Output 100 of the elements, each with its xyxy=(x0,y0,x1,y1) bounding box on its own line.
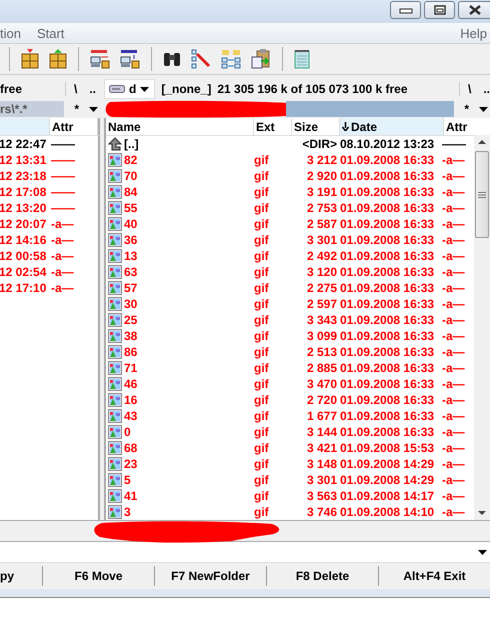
maximize-button[interactable] xyxy=(424,1,455,19)
date-cell-text: 01.09.2008 16:33 xyxy=(340,185,436,199)
box-icon[interactable] xyxy=(49,49,67,69)
size-cell-text: 1 677 xyxy=(306,409,338,423)
file-name[interactable]: 16 xyxy=(124,393,254,407)
close-icon xyxy=(468,5,480,15)
attr-cell-text: -a— xyxy=(442,505,466,519)
caret-icon[interactable] xyxy=(89,106,98,112)
size-cell-text: 3 301 xyxy=(306,233,338,247)
date-cell-text: 01.09.2008 16:33 xyxy=(340,393,436,407)
caret-icon[interactable] xyxy=(479,106,488,112)
nav-button[interactable]: .. xyxy=(89,82,96,96)
box-icon[interactable] xyxy=(21,49,39,69)
image-file-icon xyxy=(108,169,122,183)
filter-button[interactable]: * xyxy=(74,102,79,116)
image-file-icon xyxy=(108,361,122,375)
image-file-icon xyxy=(108,153,122,167)
date-cell-text: 01.09.2008 16:33 xyxy=(340,217,436,231)
date-cell-text: 01.09.2008 15:53 xyxy=(340,441,436,455)
close-button[interactable] xyxy=(458,1,490,19)
attr-cell: —— xyxy=(51,153,75,167)
image-file-icon xyxy=(108,457,122,471)
ext-cell: gif xyxy=(254,233,269,247)
file-name[interactable]: 30 xyxy=(124,297,254,311)
file-name[interactable]: [..] xyxy=(124,137,254,151)
ext-cell: gif xyxy=(254,169,269,183)
file-name[interactable]: 13 xyxy=(124,249,254,263)
file-name[interactable]: 55 xyxy=(124,201,254,215)
date-cell-text: 12 14:16 xyxy=(0,233,48,247)
folders-icon[interactable] xyxy=(221,49,241,69)
date-cell-text: 01.09.2008 14:29 xyxy=(340,473,436,487)
file-name[interactable]: 71 xyxy=(124,361,254,375)
notepad-icon[interactable] xyxy=(294,49,310,69)
image-file-icon xyxy=(108,409,122,423)
size-cell-text: 3 099 xyxy=(306,329,338,343)
file-name[interactable]: 36 xyxy=(124,233,254,247)
column-header[interactable]: Date xyxy=(340,118,444,135)
file-name[interactable]: 43 xyxy=(124,409,254,423)
network-icon[interactable] xyxy=(120,49,140,69)
file-name[interactable]: 0 xyxy=(124,425,254,439)
up-arrow-icon xyxy=(108,137,122,151)
file-name[interactable]: 57 xyxy=(124,281,254,295)
binoculars-icon[interactable] xyxy=(163,51,181,67)
file-name[interactable]: 84 xyxy=(124,185,254,199)
ext-cell: gif xyxy=(254,153,269,167)
ext-cell: gif xyxy=(254,377,269,391)
file-name[interactable]: 40 xyxy=(124,217,254,231)
date-cell-text: 01.09.2008 16:33 xyxy=(340,377,436,391)
file-name[interactable]: 38 xyxy=(124,329,254,343)
image-file-icon xyxy=(108,265,122,279)
nav-button[interactable]: .. xyxy=(483,82,490,96)
network-icon[interactable] xyxy=(90,49,110,69)
file-name[interactable]: 5 xyxy=(124,473,254,487)
nav-button[interactable]: \ xyxy=(74,82,78,96)
filter-button[interactable]: * xyxy=(464,102,469,116)
file-name[interactable]: 70 xyxy=(124,169,254,183)
attr-cell: —— xyxy=(51,137,75,151)
minimize-button[interactable] xyxy=(390,1,421,19)
attr-cell-text: -a— xyxy=(442,217,466,231)
menu-item[interactable]: Start xyxy=(36,26,70,40)
size-cell-text: 3 301 xyxy=(306,473,338,487)
column-header[interactable]: Name xyxy=(106,118,254,135)
date-cell-text: 01.09.2008 14:17 xyxy=(340,489,436,503)
file-name[interactable]: 63 xyxy=(124,265,254,279)
nav-button[interactable]: \ xyxy=(468,82,472,96)
date-cell-text: 01.09.2008 16:33 xyxy=(340,345,436,359)
size-cell-text: <DIR> xyxy=(301,137,338,151)
clipboard-icon[interactable] xyxy=(251,49,271,69)
file-name[interactable]: 82 xyxy=(124,153,254,167)
file-name[interactable]: 23 xyxy=(124,457,254,471)
file-name[interactable]: 41 xyxy=(124,489,254,503)
menu-item[interactable]: tion xyxy=(0,26,27,40)
date-cell-text: 01.09.2008 16:33 xyxy=(340,361,436,375)
menu-item[interactable]: Help xyxy=(460,26,490,40)
image-file-icon xyxy=(108,345,122,359)
file-name[interactable]: 3 xyxy=(124,505,254,519)
attr-cell-text: -a— xyxy=(442,281,466,295)
file-name[interactable]: 68 xyxy=(124,441,254,455)
function-key-button[interactable]: F7 NewFolder xyxy=(154,566,266,586)
size-cell-text: 2 920 xyxy=(306,169,338,183)
scrollbar[interactable] xyxy=(474,135,490,520)
drive-dropdown[interactable]: d xyxy=(104,79,156,99)
function-key-button[interactable]: py xyxy=(0,566,42,586)
attr-cell-text: -a— xyxy=(442,249,466,263)
function-key-button[interactable]: Alt+F4 Exit xyxy=(378,566,490,586)
file-name[interactable]: 25 xyxy=(124,313,254,327)
date-cell-text: 01.09.2008 16:33 xyxy=(340,409,436,423)
function-key-button[interactable]: F6 Move xyxy=(42,566,154,586)
ext-cell: gif xyxy=(254,281,269,295)
column-header[interactable]: Ext xyxy=(254,118,292,135)
size-cell-text: 2 513 xyxy=(306,345,338,359)
attr-cell-text: -a— xyxy=(442,345,466,359)
file-name[interactable]: 86 xyxy=(124,345,254,359)
image-file-icon xyxy=(108,297,122,311)
date-cell-text: 12 22:47 xyxy=(0,137,48,151)
file-name[interactable]: 46 xyxy=(124,377,254,391)
attr-cell-text: -a— xyxy=(442,153,466,167)
attr-cell: -a— xyxy=(51,265,74,279)
column-header[interactable]: Attr xyxy=(444,118,474,135)
function-key-button[interactable]: F8 Delete xyxy=(266,566,378,586)
